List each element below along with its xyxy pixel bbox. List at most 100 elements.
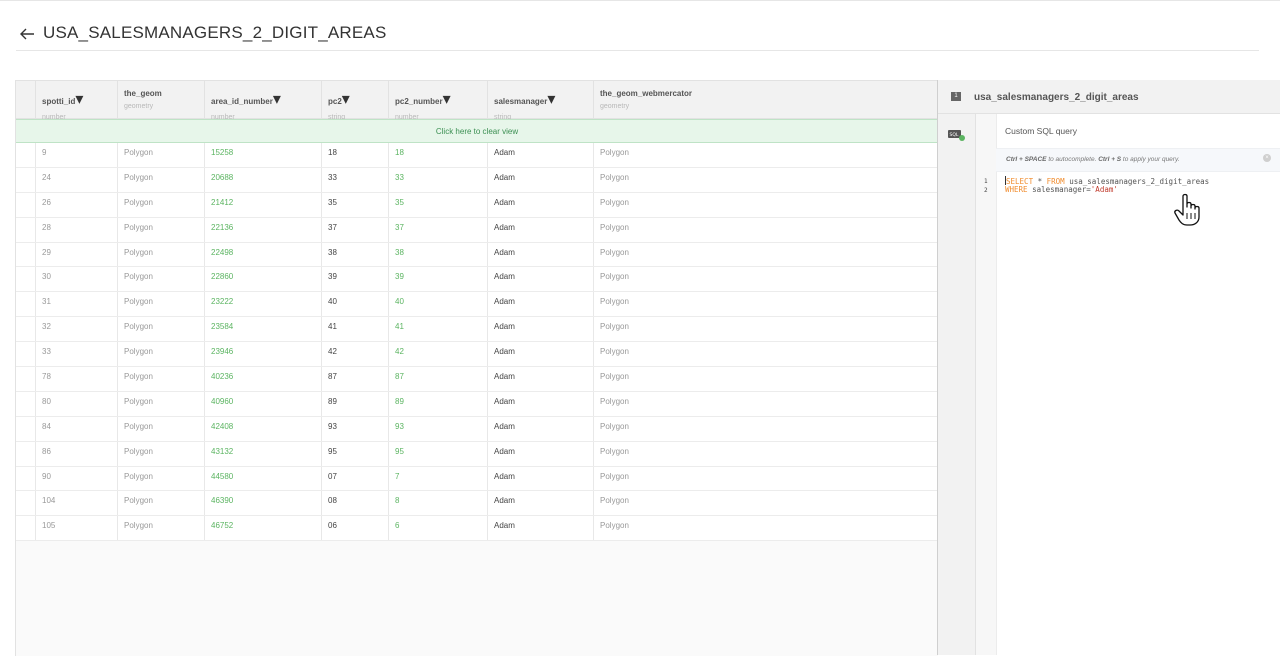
table-cell-salesmanager[interactable]: Adam xyxy=(487,367,593,391)
table-cell-pc2[interactable]: 42 xyxy=(321,342,388,367)
table-cell-salesmanager[interactable]: Adam xyxy=(487,292,593,317)
table-cell-the-geom[interactable]: Polygon xyxy=(117,267,204,292)
table-cell-pc2-number[interactable]: 39 xyxy=(388,267,487,292)
table-cell-area-id-number[interactable]: 40236 xyxy=(204,367,321,391)
table-cell-pc2[interactable]: 18 xyxy=(321,143,388,167)
table-cell-pc2[interactable]: 38 xyxy=(321,242,388,267)
column-header-pc2[interactable]: pc2▾ string xyxy=(321,81,388,121)
table-cell-the-geom[interactable]: Polygon xyxy=(117,292,204,317)
table-cell-spotti-id[interactable]: 105 xyxy=(35,516,117,541)
table-cell-the-geom[interactable]: Polygon xyxy=(117,167,204,192)
column-header-the-geom[interactable]: the_geom geometry xyxy=(117,81,204,118)
table-cell-area-id-number[interactable]: 22498 xyxy=(204,242,321,267)
table-cell-spotti-id[interactable]: 32 xyxy=(35,317,117,342)
table-cell-spotti-id[interactable]: 31 xyxy=(35,292,117,317)
table-cell-the-geom-webmercator[interactable]: Polygon xyxy=(593,391,938,416)
table-cell-pc2[interactable]: 07 xyxy=(321,466,388,491)
table-cell-spotti-id[interactable]: 84 xyxy=(35,416,117,441)
table-row[interactable]: 84 Polygon 42408 93 93 Adam Polygon xyxy=(16,416,938,442)
table-cell-spotti-id[interactable]: 90 xyxy=(35,466,117,491)
table-cell-area-id-number[interactable]: 23222 xyxy=(204,292,321,317)
table-cell-spotti-id[interactable]: 9 xyxy=(35,143,117,167)
table-cell-pc2[interactable]: 39 xyxy=(321,267,388,292)
table-cell-area-id-number[interactable]: 23584 xyxy=(204,317,321,342)
table-cell-pc2[interactable]: 33 xyxy=(321,167,388,192)
table-cell-pc2[interactable]: 35 xyxy=(321,192,388,217)
table-cell-salesmanager[interactable]: Adam xyxy=(487,267,593,292)
table-cell-pc2[interactable]: 93 xyxy=(321,416,388,441)
table-cell-pc2-number[interactable]: 93 xyxy=(388,416,487,441)
table-cell-area-id-number[interactable]: 46390 xyxy=(204,491,321,516)
table-cell-salesmanager[interactable]: Adam xyxy=(487,391,593,416)
table-row[interactable]: 32 Polygon 23584 41 41 Adam Polygon xyxy=(16,317,938,343)
table-row[interactable]: 24 Polygon 20688 33 33 Adam Polygon xyxy=(16,167,938,193)
table-cell-pc2-number[interactable]: 95 xyxy=(388,441,487,466)
table-cell-pc2[interactable]: 06 xyxy=(321,516,388,541)
column-header-the-geom-webmercator[interactable]: the_geom_webmercator geometry xyxy=(593,81,938,118)
table-cell-pc2-number[interactable]: 87 xyxy=(388,367,487,391)
table-cell-the-geom-webmercator[interactable]: Polygon xyxy=(593,441,938,466)
table-cell-the-geom-webmercator[interactable]: Polygon xyxy=(593,267,938,292)
table-cell-the-geom-webmercator[interactable]: Polygon xyxy=(593,342,938,367)
table-cell-pc2-number[interactable]: 38 xyxy=(388,242,487,267)
table-cell-the-geom-webmercator[interactable]: Polygon xyxy=(593,317,938,342)
table-cell-the-geom-webmercator[interactable]: Polygon xyxy=(593,416,938,441)
close-icon[interactable]: × xyxy=(1263,154,1271,162)
table-cell-area-id-number[interactable]: 21412 xyxy=(204,192,321,217)
table-cell-salesmanager[interactable]: Adam xyxy=(487,466,593,491)
table-row[interactable]: 86 Polygon 43132 95 95 Adam Polygon xyxy=(16,441,938,467)
sql-code-editor[interactable]: 1 SELECT * FROM usa_salesmanagers_2_digi… xyxy=(976,174,1280,214)
table-cell-the-geom-webmercator[interactable]: Polygon xyxy=(593,491,938,516)
table-row[interactable]: 104 Polygon 46390 08 8 Adam Polygon xyxy=(16,491,938,517)
table-cell-spotti-id[interactable]: 24 xyxy=(35,167,117,192)
table-cell-the-geom[interactable]: Polygon xyxy=(117,367,204,391)
table-cell-the-geom-webmercator[interactable]: Polygon xyxy=(593,242,938,267)
table-cell-pc2[interactable]: 37 xyxy=(321,217,388,242)
table-cell-the-geom[interactable]: Polygon xyxy=(117,491,204,516)
table-cell-the-geom[interactable]: Polygon xyxy=(117,192,204,217)
table-cell-pc2-number[interactable]: 7 xyxy=(388,466,487,491)
table-cell-pc2-number[interactable]: 89 xyxy=(388,391,487,416)
table-cell-the-geom[interactable]: Polygon xyxy=(117,217,204,242)
table-cell-the-geom[interactable]: Polygon xyxy=(117,416,204,441)
table-cell-pc2[interactable]: 89 xyxy=(321,391,388,416)
back-arrow-icon[interactable] xyxy=(18,26,36,42)
table-cell-salesmanager[interactable]: Adam xyxy=(487,192,593,217)
column-header-area-id-number[interactable]: area_id_number▾ number xyxy=(204,81,321,121)
table-cell-area-id-number[interactable]: 44580 xyxy=(204,466,321,491)
table-cell-the-geom[interactable]: Polygon xyxy=(117,466,204,491)
table-cell-pc2[interactable]: 08 xyxy=(321,491,388,516)
table-cell-salesmanager[interactable]: Adam xyxy=(487,317,593,342)
table-cell-salesmanager[interactable]: Adam xyxy=(487,143,593,167)
table-cell-salesmanager[interactable]: Adam xyxy=(487,167,593,192)
table-cell-area-id-number[interactable]: 42408 xyxy=(204,416,321,441)
table-cell-pc2-number[interactable]: 8 xyxy=(388,491,487,516)
table-row[interactable]: 33 Polygon 23946 42 42 Adam Polygon xyxy=(16,342,938,368)
table-cell-spotti-id[interactable]: 28 xyxy=(35,217,117,242)
column-header-spotti-id[interactable]: spotti_id▾ number xyxy=(35,81,117,121)
table-cell-area-id-number[interactable]: 23946 xyxy=(204,342,321,367)
table-cell-salesmanager[interactable]: Adam xyxy=(487,441,593,466)
table-cell-the-geom-webmercator[interactable]: Polygon xyxy=(593,217,938,242)
table-cell-spotti-id[interactable]: 86 xyxy=(35,441,117,466)
table-row[interactable]: 26 Polygon 21412 35 35 Adam Polygon xyxy=(16,192,938,218)
table-row[interactable]: 80 Polygon 40960 89 89 Adam Polygon xyxy=(16,391,938,417)
table-cell-the-geom-webmercator[interactable]: Polygon xyxy=(593,192,938,217)
table-cell-area-id-number[interactable]: 43132 xyxy=(204,441,321,466)
table-cell-salesmanager[interactable]: Adam xyxy=(487,416,593,441)
table-cell-pc2-number[interactable]: 42 xyxy=(388,342,487,367)
clear-view-button[interactable]: Click here to clear view xyxy=(16,119,938,143)
table-cell-the-geom-webmercator[interactable]: Polygon xyxy=(593,516,938,541)
table-row[interactable]: 29 Polygon 22498 38 38 Adam Polygon xyxy=(16,242,938,268)
table-cell-spotti-id[interactable]: 29 xyxy=(35,242,117,267)
table-cell-pc2-number[interactable]: 33 xyxy=(388,167,487,192)
column-header-salesmanager[interactable]: salesmanager▾ string xyxy=(487,81,593,121)
table-cell-salesmanager[interactable]: Adam xyxy=(487,242,593,267)
sql-icon[interactable]: SQL xyxy=(948,129,965,141)
table-cell-the-geom[interactable]: Polygon xyxy=(117,516,204,541)
table-cell-the-geom-webmercator[interactable]: Polygon xyxy=(593,143,938,167)
table-cell-pc2[interactable]: 95 xyxy=(321,441,388,466)
table-cell-area-id-number[interactable]: 22860 xyxy=(204,267,321,292)
table-row[interactable]: 30 Polygon 22860 39 39 Adam Polygon xyxy=(16,267,938,293)
table-cell-pc2-number[interactable]: 6 xyxy=(388,516,487,541)
